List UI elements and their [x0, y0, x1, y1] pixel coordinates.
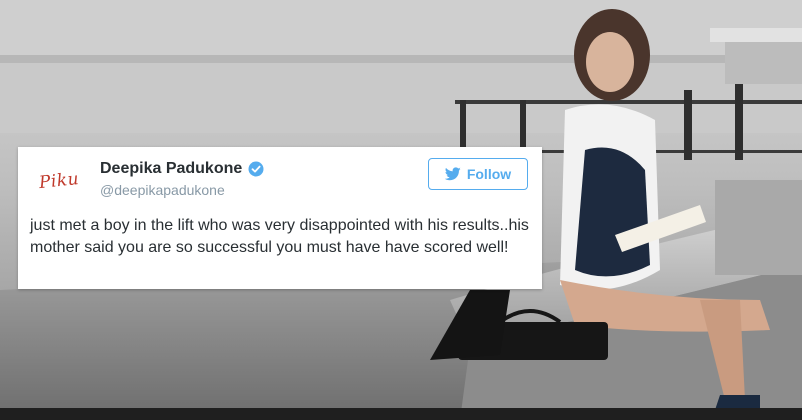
display-name[interactable]: Deepika Padukone — [100, 160, 242, 178]
bottom-bar — [0, 408, 802, 420]
twitter-bird-icon — [444, 167, 461, 181]
user-handle[interactable]: @deepikapadukone — [100, 182, 225, 198]
verified-badge-icon — [248, 161, 264, 177]
avatar-logo-text: Piku — [37, 168, 80, 194]
tweet-card: Piku Deepika Padukone @deepikapadukone F… — [18, 147, 542, 289]
follow-button[interactable]: Follow — [428, 158, 528, 190]
follow-label: Follow — [466, 166, 512, 182]
tweet-text: just met a boy in the lift who was very … — [30, 217, 529, 256]
avatar[interactable]: Piku — [30, 161, 88, 201]
tweet-header: Deepika Padukone — [100, 160, 264, 178]
